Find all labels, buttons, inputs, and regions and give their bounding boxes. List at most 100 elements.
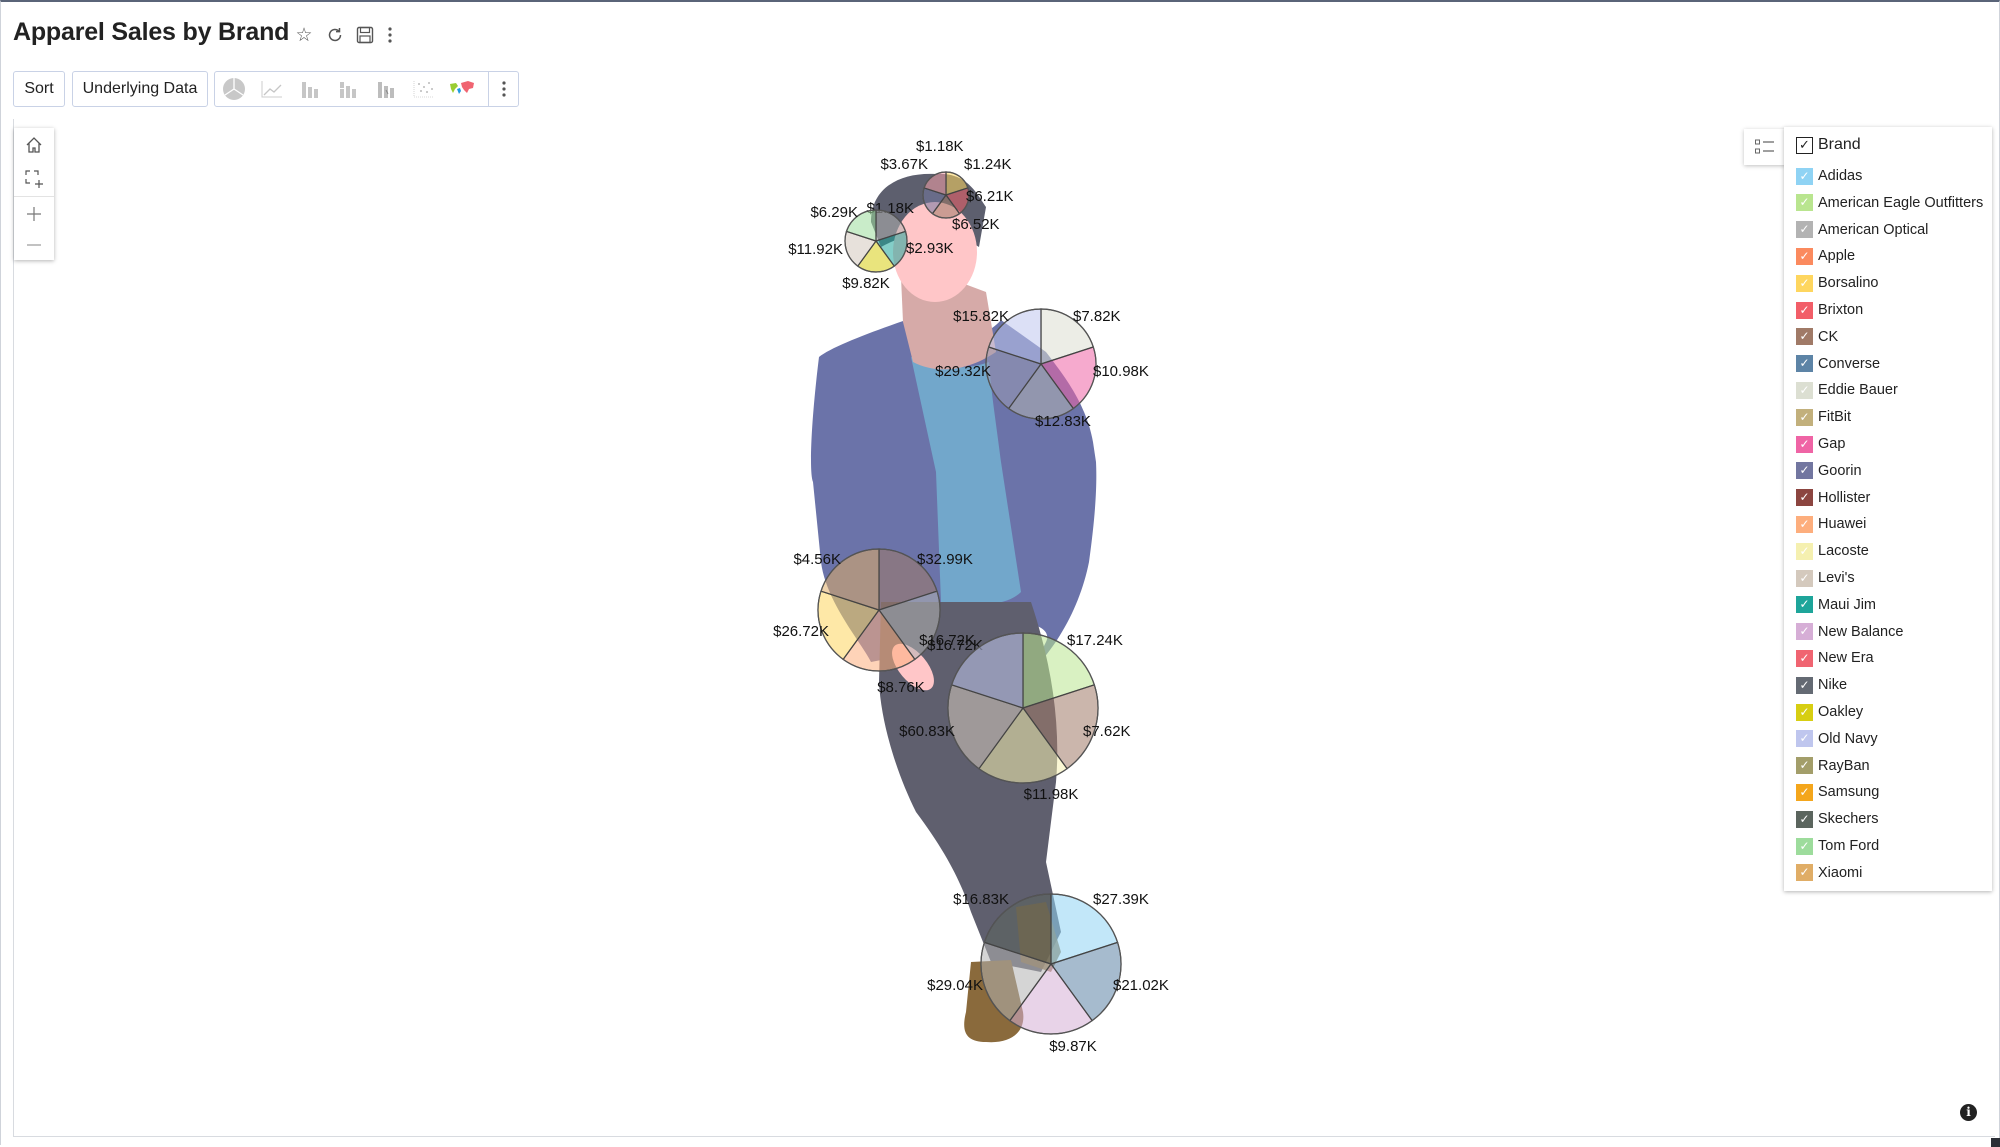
- pie-data-label: $11.98K: [1024, 786, 1079, 803]
- legend-label: Eddie Bauer: [1818, 382, 1898, 399]
- legend-label: Converse: [1818, 355, 1881, 372]
- zoom-in-icon[interactable]: [14, 197, 54, 231]
- legend-label: CK: [1818, 328, 1839, 345]
- zoom-toolbar: [14, 128, 54, 260]
- legend-label: New Era: [1818, 650, 1874, 667]
- legend-checkbox[interactable]: ✓: [1796, 542, 1813, 560]
- legend-item[interactable]: ✓ Adidas: [1796, 165, 1862, 187]
- legend-checkbox[interactable]: ✓: [1796, 328, 1813, 346]
- legend-checkbox[interactable]: ✓: [1796, 274, 1813, 292]
- legend-checkbox[interactable]: ✓: [1796, 194, 1813, 212]
- legend-checkbox[interactable]: ✓: [1796, 301, 1813, 319]
- info-icon[interactable]: i: [1960, 1104, 1977, 1121]
- pie-data-label: $9.87K: [1049, 1038, 1097, 1055]
- legend-checkbox[interactable]: ✓: [1796, 381, 1813, 399]
- pie-shoes: $27.39K $21.02K $9.87K $29.04K $16.83K: [927, 891, 1169, 1055]
- legend-checkbox[interactable]: ✓: [1796, 221, 1813, 239]
- legend-checkbox[interactable]: ✓: [1796, 596, 1813, 614]
- legend-checkbox[interactable]: ✓: [1796, 462, 1813, 480]
- legend-item[interactable]: ✓ Gap: [1796, 433, 1845, 455]
- select-all-checkbox[interactable]: ✓: [1796, 136, 1813, 154]
- legend-checkbox[interactable]: ✓: [1796, 703, 1813, 721]
- legend-checkbox[interactable]: ✓: [1796, 515, 1813, 533]
- legend-checkbox[interactable]: ✓: [1796, 730, 1813, 748]
- legend-checkbox[interactable]: ✓: [1796, 864, 1813, 882]
- pie-data-label: $29.32K: [935, 363, 991, 380]
- legend-checkbox[interactable]: ✓: [1796, 355, 1813, 373]
- pie-data-label: $1.24K: [964, 156, 1012, 173]
- legend-item[interactable]: ✓ Tom Ford: [1796, 835, 1879, 857]
- legend-checkbox[interactable]: ✓: [1796, 783, 1813, 801]
- legend-item[interactable]: ✓ Maui Jim: [1796, 594, 1876, 616]
- zoom-out-icon[interactable]: [14, 231, 54, 259]
- pie-data-label: $32.99K: [917, 551, 973, 568]
- legend-item[interactable]: ✓ Borsalino: [1796, 272, 1878, 294]
- legend-item[interactable]: ✓ American Eagle Outfitters: [1796, 192, 1983, 214]
- legend-item[interactable]: ✓ Xiaomi: [1796, 862, 1862, 884]
- legend-item[interactable]: ✓ New Balance: [1796, 621, 1903, 643]
- legend-item[interactable]: ✓ Nike: [1796, 674, 1847, 696]
- legend-checkbox[interactable]: ✓: [1796, 810, 1813, 828]
- legend-checkbox[interactable]: ✓: [1796, 676, 1813, 694]
- legend-item[interactable]: ✓ Levi's: [1796, 567, 1855, 589]
- legend-item[interactable]: ✓ New Era: [1796, 647, 1874, 669]
- pie-data-label: $21.02K: [1113, 977, 1169, 994]
- pie-data-label: $9.82K: [842, 275, 890, 292]
- legend-label: Old Navy: [1818, 730, 1878, 747]
- legend-checkbox[interactable]: ✓: [1796, 623, 1813, 641]
- legend-checkbox[interactable]: ✓: [1796, 435, 1813, 453]
- pie-data-label: $10.98K: [1093, 363, 1149, 380]
- legend-checkbox[interactable]: ✓: [1796, 167, 1813, 185]
- legend-item[interactable]: ✓ Oakley: [1796, 701, 1863, 723]
- legend-label: Nike: [1818, 677, 1848, 694]
- legend-item[interactable]: ✓ Apple: [1796, 245, 1855, 267]
- legend-item[interactable]: ✓ Huawei: [1796, 513, 1866, 535]
- legend-checkbox[interactable]: ✓: [1796, 408, 1813, 426]
- legend-title: Brand: [1818, 136, 1861, 153]
- pie-data-label: $8.76K: [877, 679, 925, 696]
- chart-window: Apparel Sales by Brand ☆ Sort Underlying…: [0, 0, 2000, 1147]
- legend-item[interactable]: ✓ American Optical: [1796, 219, 1928, 241]
- legend-label: FitBit: [1818, 409, 1852, 426]
- pie-data-label: $60.83K: [899, 723, 955, 740]
- legend-label: Huawei: [1818, 516, 1867, 533]
- legend-checkbox[interactable]: ✓: [1796, 569, 1813, 587]
- pie-data-label: $27.39K: [1093, 891, 1149, 908]
- legend-label: American Eagle Outfitters: [1818, 194, 1984, 211]
- pie-data-label: $6.52K: [952, 216, 1000, 233]
- legend-item[interactable]: ✓ Old Navy: [1796, 728, 1878, 750]
- legend-label: American Optical: [1818, 221, 1929, 238]
- legend-item[interactable]: ✓ Lacoste: [1796, 540, 1869, 562]
- legend-label: Adidas: [1818, 168, 1863, 184]
- legend-label: Hollister: [1818, 489, 1871, 506]
- home-icon[interactable]: [14, 128, 54, 162]
- legend-item[interactable]: ✓ Skechers: [1796, 808, 1878, 830]
- zoom-select-icon[interactable]: [14, 162, 54, 196]
- legend-label: Apple: [1818, 248, 1856, 265]
- legend-checkbox[interactable]: ✓: [1796, 757, 1813, 775]
- pie-data-label: $26.72K: [773, 623, 829, 640]
- legend-label: Maui Jim: [1818, 596, 1877, 613]
- pie-data-label: $15.82K: [953, 308, 1009, 325]
- legend-checkbox[interactable]: ✓: [1796, 649, 1813, 667]
- legend-label: Oakley: [1818, 704, 1864, 720]
- legend-checkbox[interactable]: ✓: [1796, 837, 1813, 855]
- legend-item[interactable]: ✓ RayBan: [1796, 755, 1870, 777]
- chart-canvas: $1.24K$6.21K$6.52K$1.18K$3.67K$1.18K$2.9…: [773, 138, 1169, 1055]
- legend-item[interactable]: ✓ Goorin: [1796, 460, 1862, 482]
- legend-checkbox[interactable]: ✓: [1796, 247, 1813, 265]
- legend-item[interactable]: ✓ Converse: [1796, 353, 1880, 375]
- legend-item[interactable]: ✓ Brixton: [1796, 299, 1863, 321]
- pie-data-label: $1.18K: [916, 138, 964, 155]
- resize-handle[interactable]: [1991, 1138, 2000, 1147]
- legend-item[interactable]: ✓ Hollister: [1796, 487, 1870, 509]
- legend-select-all[interactable]: ✓ Brand: [1796, 136, 1861, 154]
- legend-toggle-button[interactable]: [1744, 129, 1786, 165]
- pie-data-label: $7.82K: [1073, 308, 1121, 325]
- legend-item[interactable]: ✓ Samsung: [1796, 781, 1879, 803]
- legend-item[interactable]: ✓ Eddie Bauer: [1796, 379, 1898, 401]
- legend-checkbox[interactable]: ✓: [1796, 489, 1813, 507]
- legend-item[interactable]: ✓ FitBit: [1796, 406, 1851, 428]
- legend-label: Gap: [1818, 436, 1846, 452]
- legend-item[interactable]: ✓ CK: [1796, 326, 1838, 348]
